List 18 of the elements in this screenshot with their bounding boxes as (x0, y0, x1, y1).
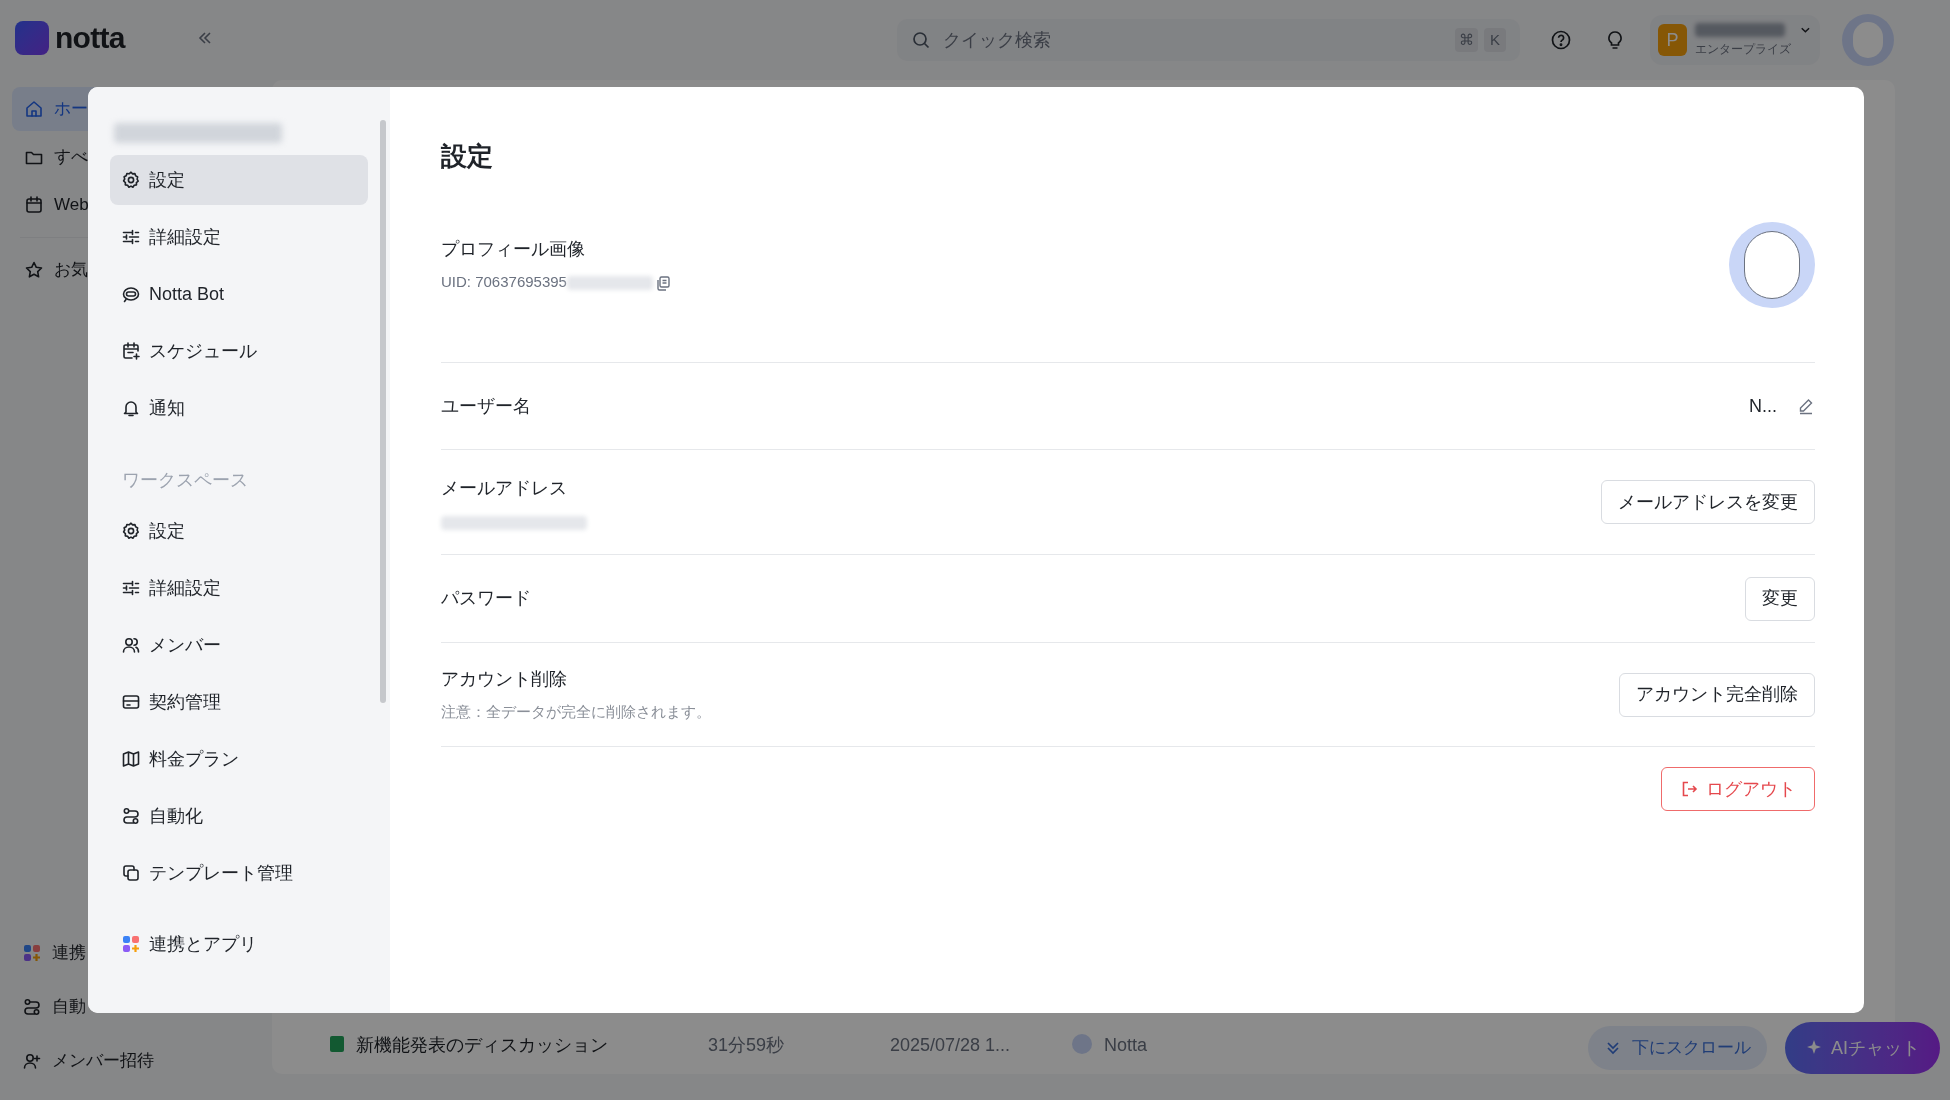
user-initial: P (1658, 24, 1688, 56)
logo-text: notta (55, 20, 125, 56)
setting-label: メールアドレス (441, 476, 568, 500)
duration-text: 31分59秒 (708, 1034, 786, 1057)
plan-label: エンタープライズ (1695, 40, 1792, 58)
username-value: N... (1749, 394, 1777, 418)
uid-text: UID: 70637695395 (441, 272, 567, 293)
shortcut-key: ⌘ (1455, 28, 1478, 52)
setting-label: ユーザー名 (441, 394, 531, 418)
section-label: ワークスペース (121, 469, 249, 492)
owner-text: Notta (1104, 1034, 1148, 1057)
shortcut-key: K (1484, 28, 1506, 52)
warning-note: 注意：全データが完全に削除されます。 (441, 701, 711, 722)
page-title: 設定 (441, 140, 494, 173)
setting-label: アカウント削除 (441, 667, 568, 691)
setting-label: パスワード (441, 587, 531, 610)
date-text: 2025/07/28 1... (890, 1034, 1012, 1057)
setting-label: プロフィール画像 (441, 238, 586, 262)
